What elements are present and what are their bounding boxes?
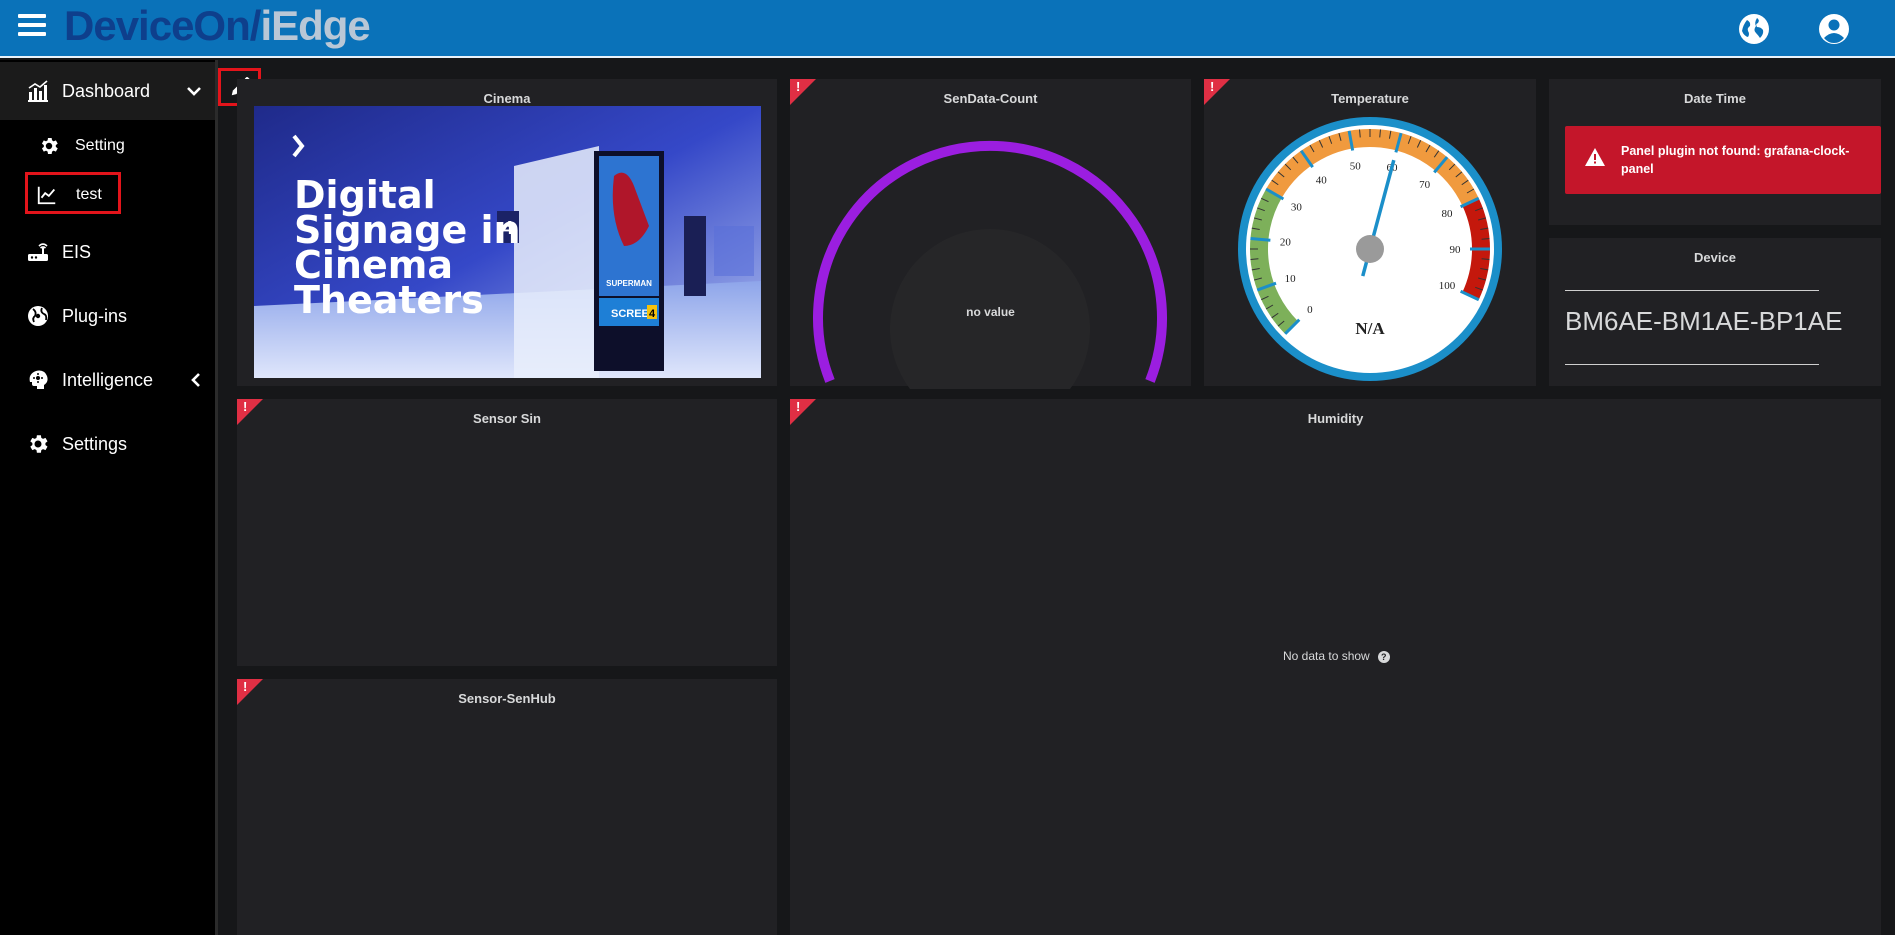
gear-icon xyxy=(41,138,58,154)
brand-right: iEdge xyxy=(260,2,370,49)
alert-text: Panel plugin not found: grafana-clock-pa… xyxy=(1621,144,1850,176)
sidebar-item-setting[interactable]: Setting xyxy=(28,125,188,167)
panel-title: Sensor Sin xyxy=(473,411,541,426)
gauge-tick xyxy=(1250,237,1271,242)
no-data-message: No data to show? xyxy=(1283,649,1390,663)
gauge-tick xyxy=(1250,258,1259,260)
sidebar-item-label: Intelligence xyxy=(62,369,154,390)
panel-title: Date Time xyxy=(1684,91,1746,106)
gauge-tick-label: 70 xyxy=(1419,179,1431,191)
gauge-tick-label: 40 xyxy=(1316,174,1328,186)
poster-title: SUPERMAN xyxy=(606,279,652,288)
gauge-tick-label: 50 xyxy=(1350,160,1362,172)
gauge-tick-label: 0 xyxy=(1307,304,1313,316)
panel-title: Humidity xyxy=(1307,411,1364,426)
brand-left: DeviceOn/ xyxy=(64,2,261,49)
screen-number: 4 xyxy=(649,308,656,320)
panel-humidity[interactable]: ! Humidity No data to show? xyxy=(790,399,1881,935)
globe-icon[interactable] xyxy=(1738,13,1770,45)
top-bar: DeviceOn/iEdge xyxy=(0,0,1895,58)
panel-sensor-sin[interactable]: ! Sensor Sin xyxy=(237,399,777,666)
gauge-readout: N/A xyxy=(1355,319,1385,338)
cinema-image: 4 SUPERMAN SCREEN 4 Digital Signage in C… xyxy=(254,106,761,378)
panel-title: SenData-Count xyxy=(943,91,1038,106)
gauge-tick xyxy=(1379,129,1381,138)
divider xyxy=(1565,290,1819,291)
panel-title: Temperature xyxy=(1331,91,1409,106)
help-icon[interactable]: ? xyxy=(1377,650,1390,663)
sidebar-item-dashboard[interactable]: Dashboard xyxy=(0,62,215,120)
panel-title: Sensor-SenHub xyxy=(458,691,556,706)
sidebar: Dashboard Setting test EIS Plug-ins Inte… xyxy=(0,60,218,935)
gauge-tick xyxy=(1481,258,1490,260)
plugin-icon xyxy=(28,306,48,326)
temperature-gauge: 0102030405060708090100 N/A xyxy=(1238,117,1502,381)
no-data-text: No data to show xyxy=(1283,649,1370,663)
sidebar-item-label: Dashboard xyxy=(62,80,151,101)
panel-temperature[interactable]: ! Temperature 0102030405060708090100 N/A xyxy=(1204,79,1536,386)
panel-sensor-senhub[interactable]: ! Sensor-SenHub xyxy=(237,679,777,935)
sidebar-item-settings[interactable]: Settings xyxy=(0,415,215,473)
chevron-down-icon[interactable] xyxy=(186,83,202,99)
gauge-tick-label: 10 xyxy=(1285,273,1297,285)
gauge-value: no value xyxy=(966,305,1015,319)
sidebar-item-intelligence[interactable]: Intelligence xyxy=(0,351,215,409)
plugin-error-alert: Panel plugin not found: grafana-clock-pa… xyxy=(1565,126,1881,194)
gauge-arc xyxy=(813,140,1167,389)
panel-sendata-count[interactable]: ! SenData-Count no value xyxy=(790,79,1191,389)
panel-title: Cinema xyxy=(483,91,531,106)
panel-date-time[interactable]: Date Time Panel plugin not found: grafan… xyxy=(1549,79,1881,225)
sidebar-item-eis[interactable]: EIS xyxy=(0,223,215,281)
panel-cinema[interactable]: Cinema 4 SUPERMAN SCREEN 4 Digital Signa… xyxy=(237,79,777,386)
app-logo[interactable]: DeviceOn/iEdge xyxy=(64,0,371,54)
chevron-left-icon[interactable] xyxy=(188,372,204,388)
gauge-tick xyxy=(1481,238,1490,240)
sidebar-item-label: Plug-ins xyxy=(62,305,128,326)
headline-line: Theaters xyxy=(294,278,484,322)
gauge-tick-label: 80 xyxy=(1442,208,1454,220)
gauge-tick-label: 90 xyxy=(1450,244,1462,256)
divider xyxy=(1565,364,1819,365)
sidebar-item-plugins[interactable]: Plug-ins xyxy=(0,287,215,345)
gauge-tick-label: 20 xyxy=(1280,237,1292,249)
gauge-tick-label: 30 xyxy=(1291,202,1303,214)
account-icon[interactable] xyxy=(1818,13,1850,45)
gauge-tick-label: 100 xyxy=(1439,280,1456,292)
panel-title: Device xyxy=(1694,250,1736,265)
gauge-tick xyxy=(1359,129,1361,138)
gear-icon xyxy=(30,435,48,453)
bar-chart-icon xyxy=(28,80,48,102)
router-icon xyxy=(28,243,48,261)
sidebar-item-label: EIS xyxy=(62,241,92,262)
brain-icon xyxy=(29,370,48,389)
sidebar-item-label: Settings xyxy=(62,433,128,454)
menu-icon[interactable] xyxy=(18,14,46,38)
device-name: BM6AE-BM1AE-BP1AE xyxy=(1565,306,1843,336)
warning-icon xyxy=(1585,148,1605,166)
sidebar-item-label: Setting xyxy=(75,137,125,154)
highlight-box xyxy=(25,172,121,214)
panel-device[interactable]: Device BM6AE-BM1AE-BP1AE xyxy=(1549,238,1881,386)
